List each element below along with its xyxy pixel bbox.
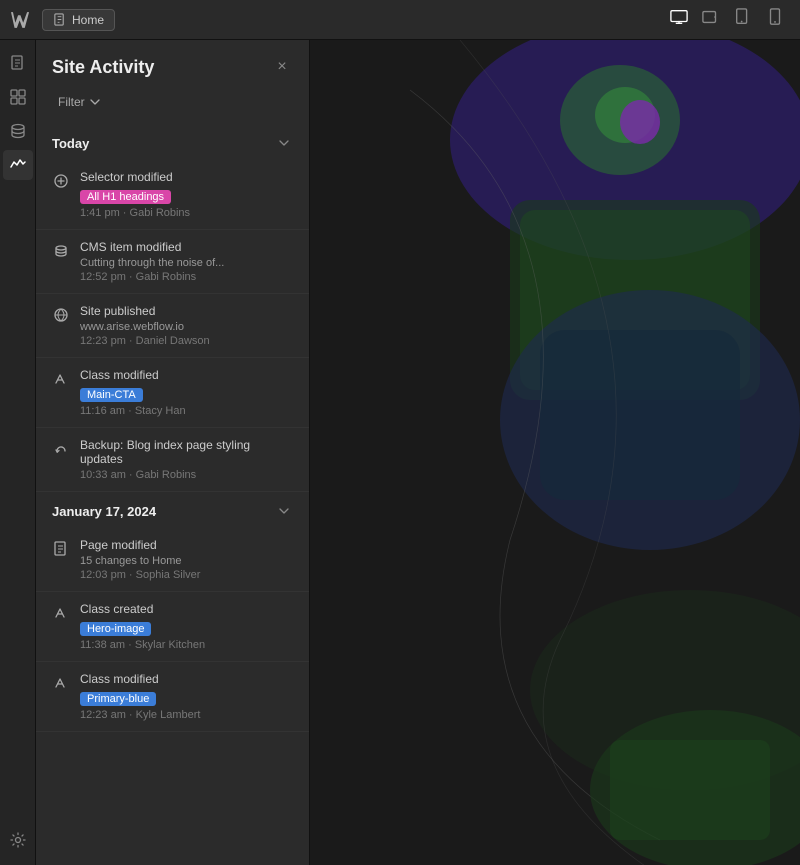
chevron-down-icon — [89, 96, 101, 108]
activity-item-body: Page modified 15 changes to Home 12:03 p… — [80, 538, 293, 581]
item-title: CMS item modified — [80, 240, 293, 254]
activity-item-class-modified-cta[interactable]: Class modified Main-CTA 11:16 am · Stacy… — [36, 358, 309, 428]
item-meta: 12:03 pm · Sophia Silver — [80, 569, 293, 581]
activity-item-body: Selector modified All H1 headings 1:41 p… — [80, 170, 293, 219]
activity-item-body: Class modified Primary-blue 12:23 am · K… — [80, 672, 293, 721]
section-collapse-jan17[interactable] — [275, 502, 293, 520]
item-title: Class modified — [80, 368, 293, 382]
item-meta: 11:38 am · Skylar Kitchen — [80, 639, 293, 651]
class-created-icon — [52, 604, 70, 622]
item-title: Selector modified — [80, 170, 293, 184]
activity-item-class-created-hero[interactable]: Class created Hero-image 11:38 am · Skyl… — [36, 592, 309, 662]
activity-item-class-modified-primary[interactable]: Class modified Primary-blue 12:23 am · K… — [36, 662, 309, 732]
selector-icon — [52, 172, 70, 190]
item-meta: 12:23 am · Kyle Lambert — [80, 709, 293, 721]
item-title: Backup: Blog index page styling updates — [80, 438, 293, 466]
file-icon — [53, 13, 66, 26]
activity-close-button[interactable]: × — [271, 56, 293, 78]
item-desc: 15 changes to Home — [80, 555, 293, 567]
activity-title: Site Activity — [52, 57, 154, 78]
item-tag: All H1 headings — [80, 190, 171, 204]
canvas-artwork — [310, 40, 800, 865]
sidebar-icon-settings[interactable] — [3, 825, 33, 855]
filter-button[interactable]: Filter — [52, 92, 293, 112]
desktop-viewport-btn[interactable] — [670, 8, 688, 31]
sidebar-icon-cms[interactable] — [3, 116, 33, 146]
mobile-viewport-btn[interactable] — [766, 8, 784, 31]
viewport-controls — [670, 8, 792, 31]
item-meta: 1:41 pm · Gabi Robins — [80, 207, 293, 219]
item-title: Class created — [80, 602, 293, 616]
item-tag: Primary-blue — [80, 692, 156, 706]
section-header-jan17: January 17, 2024 — [36, 492, 309, 528]
activity-item-site-published[interactable]: Site published www.arise.webflow.io 12:2… — [36, 294, 309, 358]
class-icon — [52, 370, 70, 388]
activity-item-body: CMS item modified Cutting through the no… — [80, 240, 293, 283]
activity-item-cms-modified[interactable]: CMS item modified Cutting through the no… — [36, 230, 309, 294]
section-collapse-today[interactable] — [275, 134, 293, 152]
webflow-logo[interactable] — [8, 6, 36, 34]
sidebar-icon-activity[interactable] — [3, 150, 33, 180]
activity-item-body: Backup: Blog index page styling updates … — [80, 438, 293, 481]
canvas-area[interactable] — [310, 40, 800, 865]
page-mod-icon — [52, 540, 70, 558]
activity-item-body: Site published www.arise.webflow.io 12:2… — [80, 304, 293, 347]
item-title: Site published — [80, 304, 293, 318]
filter-label: Filter — [58, 95, 85, 109]
section-header-today: Today — [36, 124, 309, 160]
topbar: Home — [0, 0, 800, 40]
activity-item-page-modified[interactable]: Page modified 15 changes to Home 12:03 p… — [36, 528, 309, 592]
backup-icon — [52, 440, 70, 458]
item-meta: 10:33 am · Gabi Robins — [80, 469, 293, 481]
activity-item-backup[interactable]: Backup: Blog index page styling updates … — [36, 428, 309, 492]
item-meta: 12:23 pm · Daniel Dawson — [80, 335, 293, 347]
item-desc: www.arise.webflow.io — [80, 321, 293, 333]
tablet-portrait-viewport-btn[interactable] — [734, 8, 752, 31]
publish-icon — [52, 306, 70, 324]
icon-sidebar — [0, 40, 36, 865]
activity-scroll-area[interactable]: Today Selector modified All H1 — [36, 124, 309, 865]
activity-panel-header: Site Activity × — [36, 40, 309, 88]
activity-item-body: Class created Hero-image 11:38 am · Skyl… — [80, 602, 293, 651]
section-title-today: Today — [52, 136, 89, 151]
home-label: Home — [72, 13, 104, 27]
activity-panel: Site Activity × Filter Today — [36, 40, 310, 865]
main-layout: Site Activity × Filter Today — [0, 40, 800, 865]
tablet-landscape-viewport-btn[interactable] — [702, 8, 720, 31]
item-meta: 11:16 am · Stacy Han — [80, 405, 293, 417]
item-tag: Hero-image — [80, 622, 151, 636]
sidebar-icon-assets[interactable] — [3, 82, 33, 112]
item-tag: Main-CTA — [80, 388, 143, 402]
section-title-jan17: January 17, 2024 — [52, 504, 156, 519]
item-meta: 12:52 pm · Gabi Robins — [80, 271, 293, 283]
activity-item-body: Class modified Main-CTA 11:16 am · Stacy… — [80, 368, 293, 417]
item-desc: Cutting through the noise of... — [80, 257, 293, 269]
cms-icon — [52, 242, 70, 260]
item-title: Page modified — [80, 538, 293, 552]
home-button[interactable]: Home — [42, 9, 115, 31]
filter-row: Filter — [36, 88, 309, 124]
item-title: Class modified — [80, 672, 293, 686]
class-mod-icon — [52, 674, 70, 692]
sidebar-icon-pages[interactable] — [3, 48, 33, 78]
activity-item-selector-modified[interactable]: Selector modified All H1 headings 1:41 p… — [36, 160, 309, 230]
